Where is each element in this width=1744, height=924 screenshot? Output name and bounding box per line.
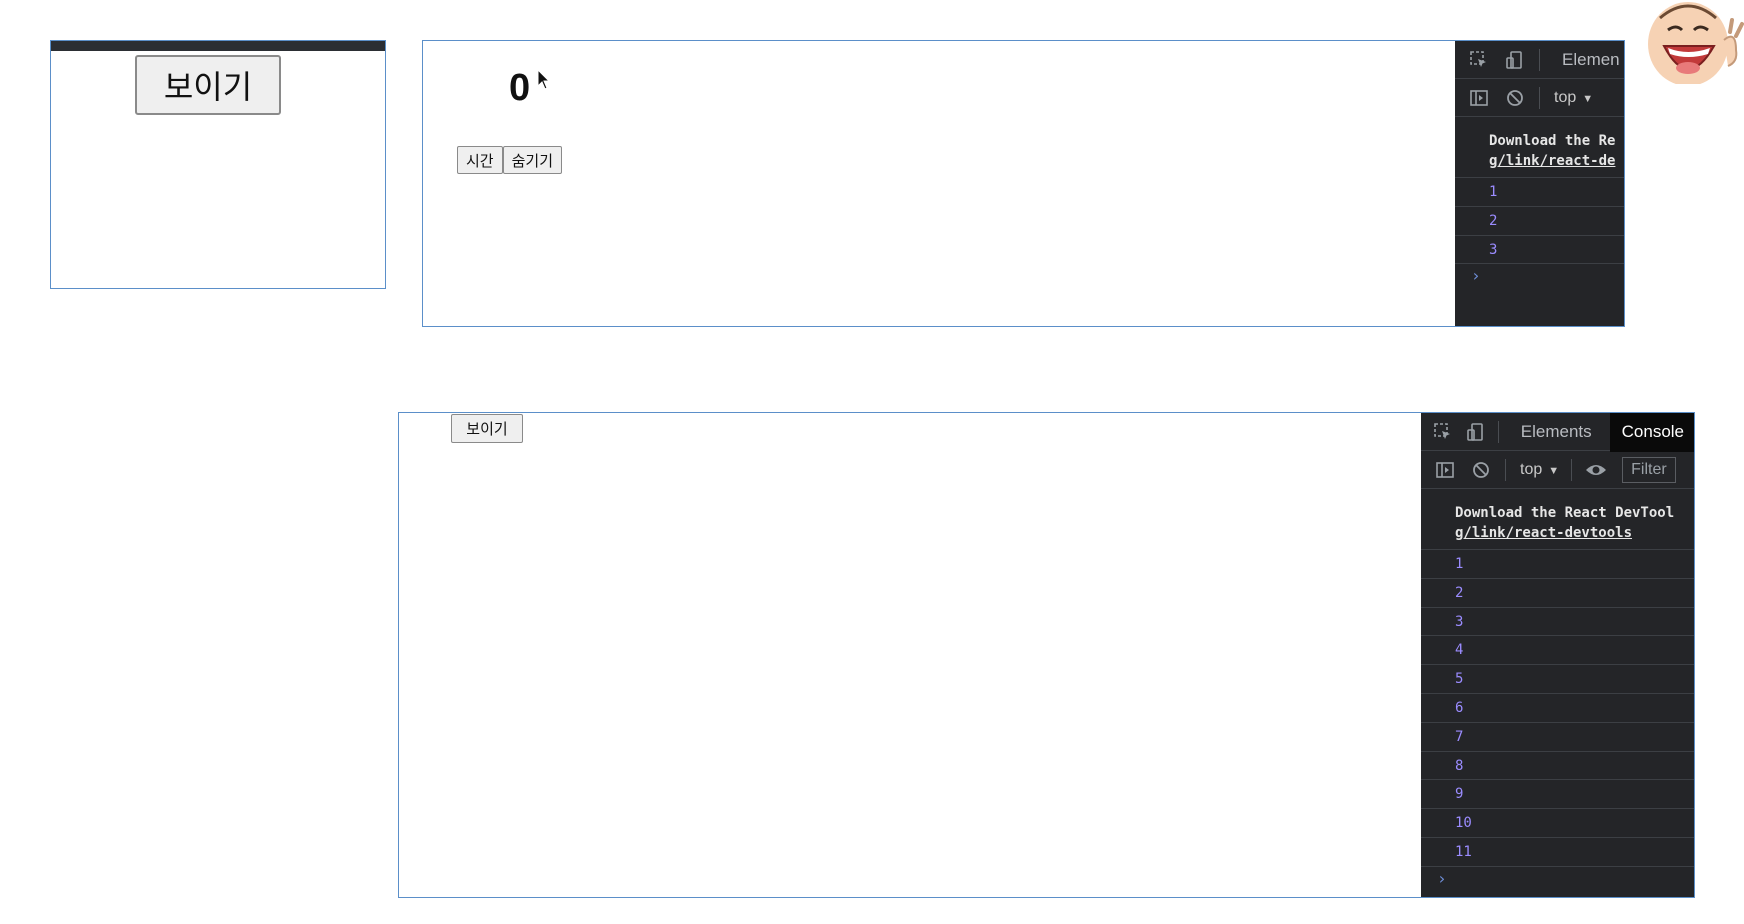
console-message: Download the Re g/link/react-de [1455, 119, 1624, 178]
separator [1505, 458, 1506, 481]
inspect-icon[interactable] [1433, 420, 1453, 444]
log-line: 1 [1455, 178, 1624, 207]
time-button[interactable]: 시간 [457, 146, 503, 174]
message-text: Download the Re [1489, 133, 1616, 149]
show-button-large[interactable]: 보이기 [135, 55, 281, 115]
console-toolbar: top ▼ [1455, 79, 1624, 117]
log-line: 6 [1421, 694, 1694, 723]
console-output: Download the React DevTool g/link/react-… [1421, 491, 1694, 893]
devtools-panel: Elemen top ▼ Download the Re g/link/react… [1455, 41, 1624, 326]
log-line: 7 [1421, 723, 1694, 752]
device-toggle-icon[interactable] [1465, 420, 1485, 444]
devtools-tabbar: Elemen [1455, 41, 1624, 79]
log-line: 2 [1421, 579, 1694, 608]
browser-frame-2: 0 시간 숨기기 Elemen top ▼ Download the Re g/… [422, 40, 1625, 327]
context-select[interactable]: top ▼ [1520, 461, 1559, 479]
caret-down-icon: ▼ [1548, 464, 1560, 477]
message-text: Download the React DevTool [1455, 505, 1675, 521]
console-toolbar: top ▼ Filter [1421, 451, 1694, 489]
log-line: 5 [1421, 665, 1694, 694]
log-line: 10 [1421, 809, 1694, 838]
context-label: top [1554, 88, 1577, 106]
devtools-tabbar: Elements Console [1421, 413, 1694, 452]
browser-frame-1: 보이기 [50, 40, 386, 289]
tab-console[interactable]: Console [1609, 413, 1694, 452]
top-bar [51, 41, 385, 51]
inspect-icon[interactable] [1467, 48, 1491, 72]
separator [1497, 420, 1499, 443]
caret-down-icon: ▼ [1582, 92, 1594, 105]
console-output: Download the Re g/link/react-de 1 2 3 › [1455, 119, 1624, 290]
console-message: Download the React DevTool g/link/react-… [1421, 491, 1694, 550]
console-prompt[interactable]: › [1421, 867, 1694, 893]
counter-value: 0 [509, 67, 531, 109]
log-line: 11 [1421, 838, 1694, 867]
devtools-link[interactable]: g/link/react-de [1489, 153, 1615, 169]
context-select[interactable]: top ▼ [1554, 89, 1593, 107]
log-line: 4 [1421, 636, 1694, 666]
button-row: 시간 숨기기 [457, 146, 563, 174]
tab-elements[interactable]: Elemen [1562, 50, 1620, 70]
eye-icon[interactable] [1584, 458, 1608, 482]
console-prompt[interactable]: › [1455, 264, 1624, 290]
cartoon-avatar [1648, 2, 1744, 84]
browser-frame-3: 보이기 Elements Console top ▼ Filter Downlo… [398, 412, 1695, 898]
log-line: 8 [1421, 752, 1694, 781]
tab-elements[interactable]: Elements [1521, 422, 1592, 442]
log-line: 9 [1421, 780, 1694, 810]
clear-console-icon[interactable] [1503, 86, 1527, 110]
log-line: 3 [1455, 236, 1624, 265]
sidebar-toggle-icon[interactable] [1433, 458, 1457, 482]
log-line: 1 [1421, 550, 1694, 579]
separator [1571, 458, 1573, 481]
filter-input[interactable]: Filter [1622, 456, 1676, 483]
devtools-link[interactable]: g/link/react-devtools [1455, 525, 1632, 541]
show-button[interactable]: 보이기 [451, 414, 523, 443]
separator [1539, 86, 1540, 109]
context-label: top [1520, 460, 1543, 478]
sidebar-toggle-icon[interactable] [1467, 86, 1491, 110]
mouse-cursor-icon [537, 69, 551, 90]
clear-console-icon[interactable] [1469, 458, 1493, 482]
device-toggle-icon[interactable] [1503, 48, 1527, 72]
separator [1539, 48, 1540, 71]
log-line: 3 [1421, 608, 1694, 637]
devtools-panel: Elements Console top ▼ Filter Download th… [1421, 413, 1694, 897]
log-line: 2 [1455, 207, 1624, 236]
hide-button[interactable]: 숨기기 [502, 146, 563, 174]
